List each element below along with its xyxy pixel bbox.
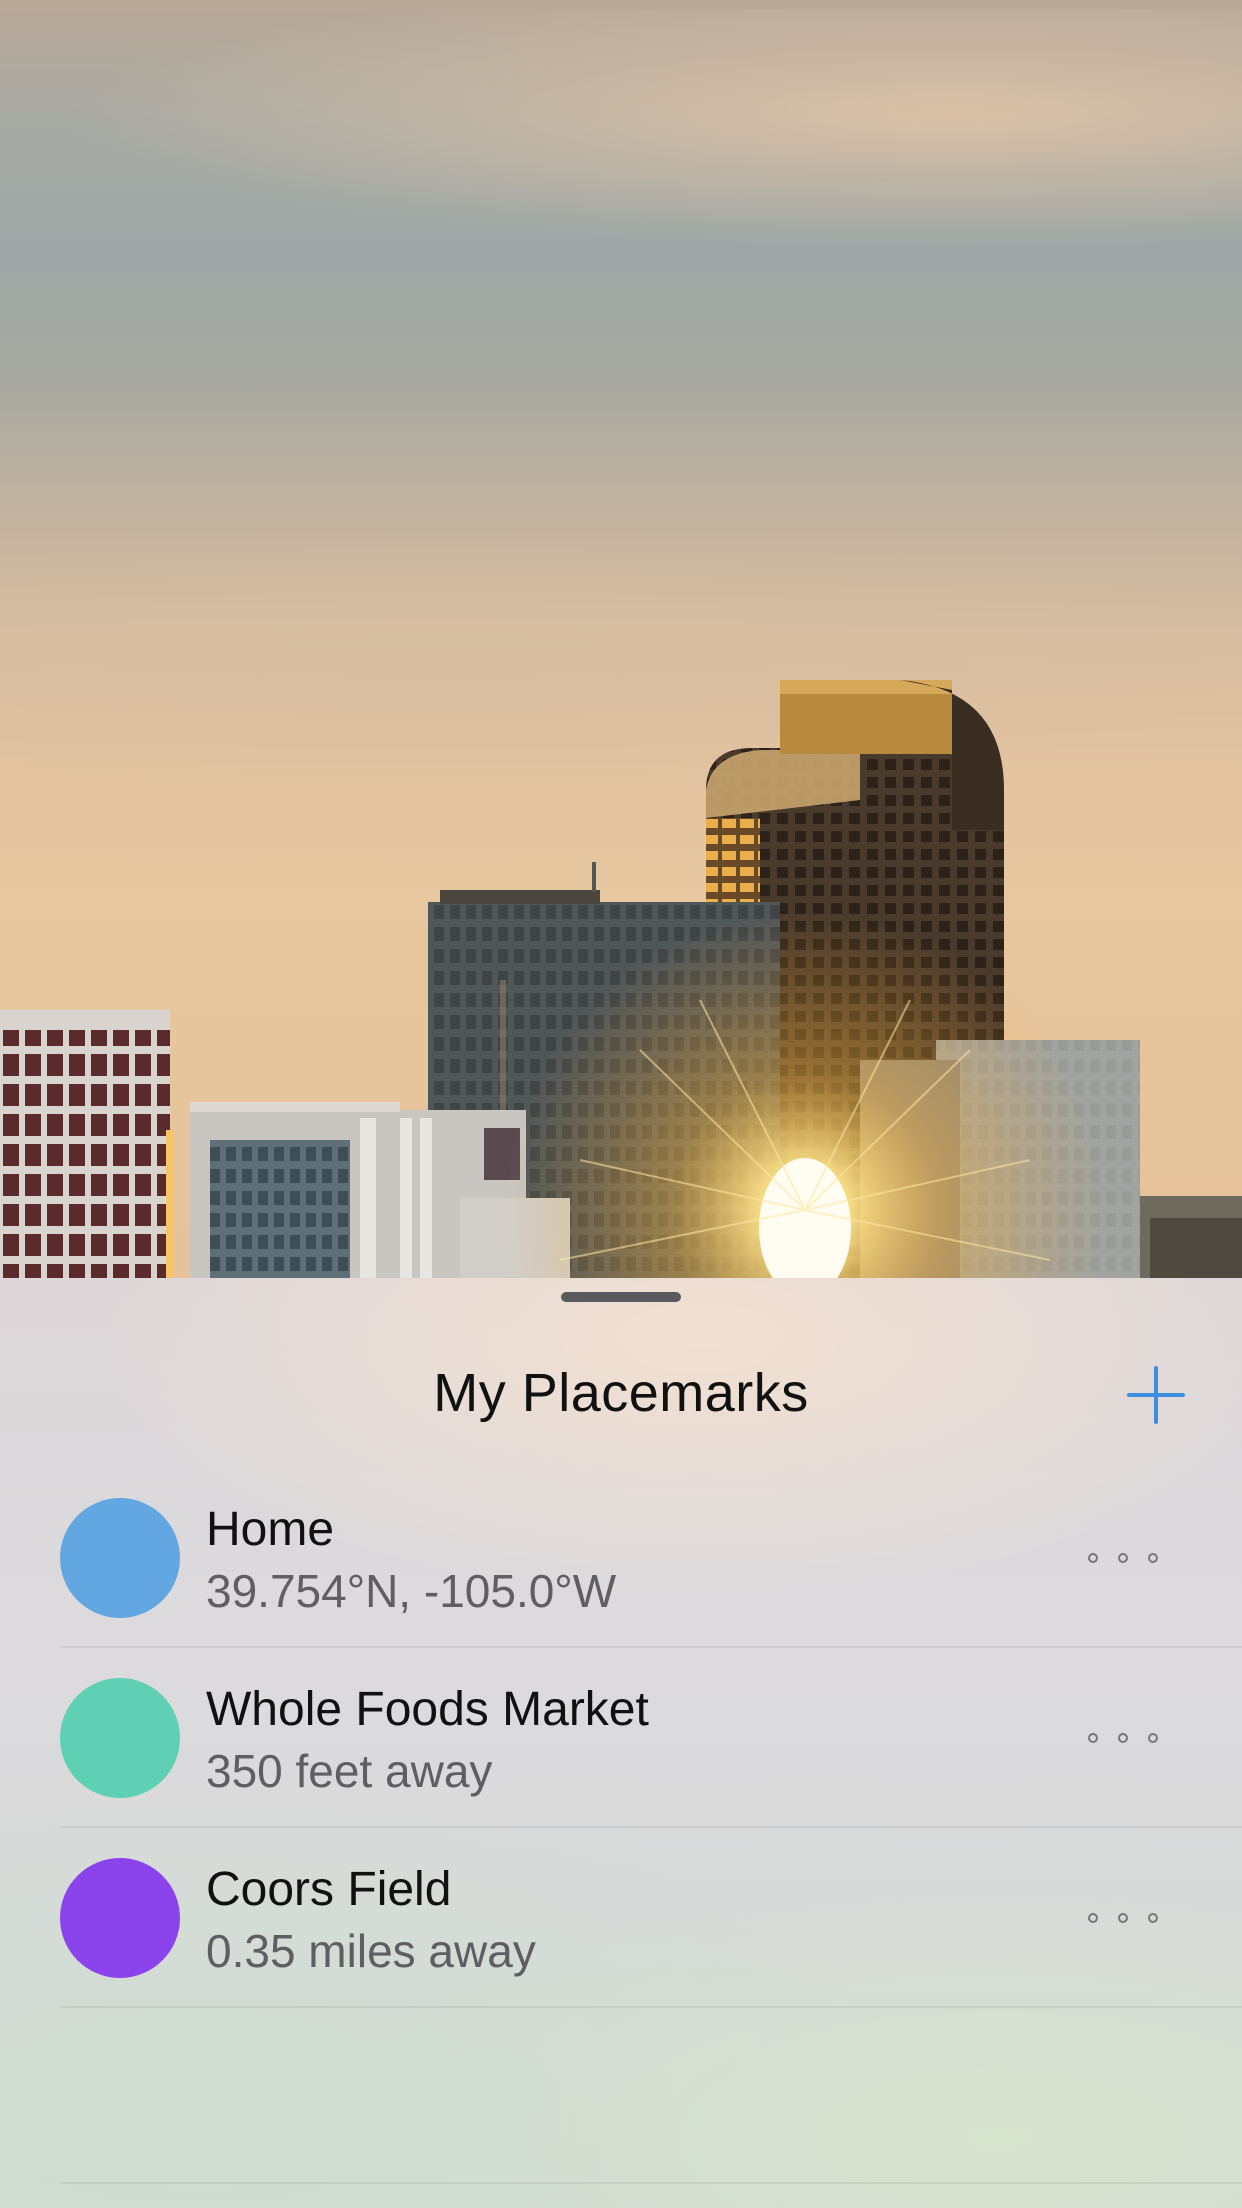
placemark-list: Home 39.754°N, -105.0°W Whole Foods Mark… — [0, 1468, 1242, 2008]
skyline-illustration — [0, 680, 1242, 1278]
placemark-name: Coors Field — [206, 1863, 452, 1916]
placemark-color-dot — [60, 1678, 180, 1798]
placemark-color-dot — [60, 1858, 180, 1978]
sheet-title: My Placemarks — [433, 1363, 809, 1423]
skyline-photo — [0, 0, 1242, 1278]
placemark-row-whole-foods-market[interactable]: Whole Foods Market 350 feet away — [0, 1648, 1242, 1828]
placemark-row-home[interactable]: Home 39.754°N, -105.0°W — [0, 1468, 1242, 1648]
add-placemark-button[interactable] — [1127, 1366, 1185, 1424]
sheet-grabber-handle[interactable] — [561, 1292, 681, 1302]
list-end-divider — [60, 2182, 1242, 2184]
app-screen: My Placemarks Home 39.754°N, -105.0°W Wh… — [0, 0, 1242, 2208]
placemark-name: Home — [206, 1503, 335, 1556]
placemark-color-dot — [60, 1498, 180, 1618]
more-dots-icon[interactable] — [1088, 1540, 1158, 1576]
placemark-row-coors-field[interactable]: Coors Field 0.35 miles away — [0, 1828, 1242, 2008]
more-dots-icon[interactable] — [1088, 1900, 1158, 1936]
placemark-detail: 0.35 miles away — [206, 1925, 536, 1977]
placemark-name: Whole Foods Market — [206, 1683, 649, 1736]
placemarks-sheet: My Placemarks Home 39.754°N, -105.0°W Wh… — [0, 1278, 1242, 2208]
row-divider — [60, 2006, 1242, 2008]
more-dots-icon[interactable] — [1088, 1720, 1158, 1756]
placemark-detail: 39.754°N, -105.0°W — [206, 1565, 617, 1617]
placemark-detail: 350 feet away — [206, 1745, 493, 1797]
